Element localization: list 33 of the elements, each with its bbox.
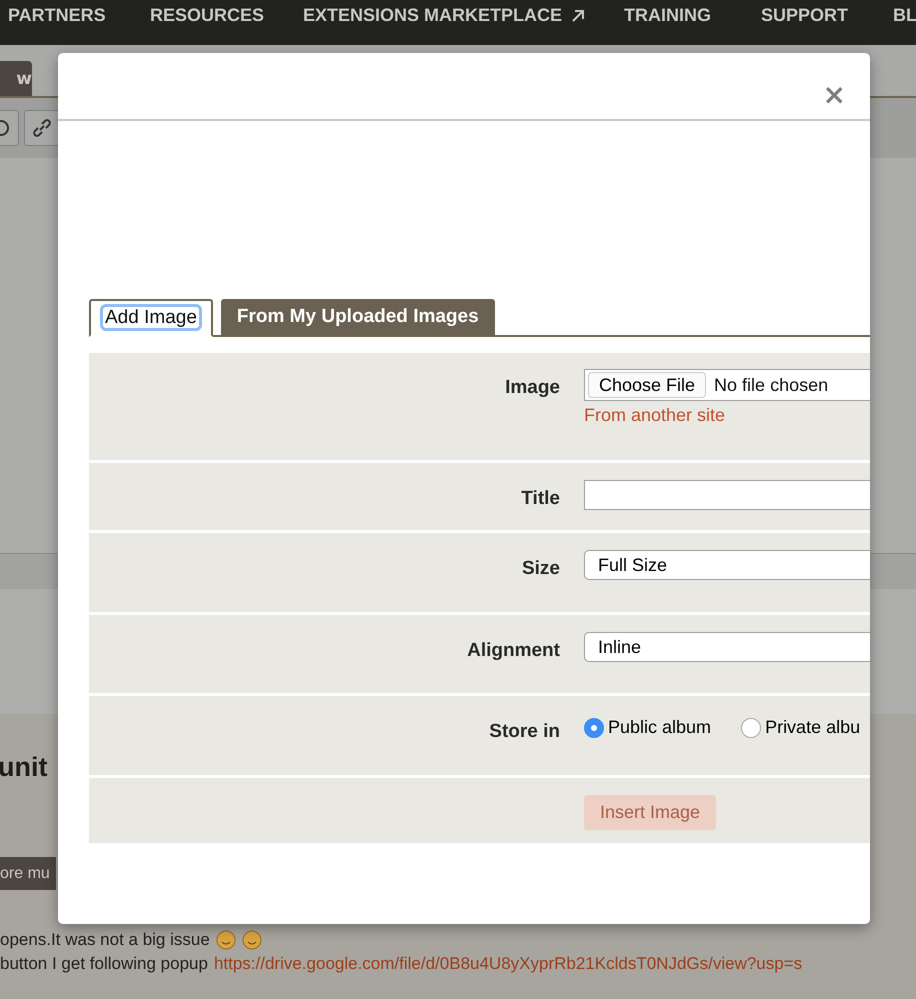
nav-link[interactable]: SUPPORT — [761, 5, 848, 26]
another-site-link[interactable]: From another site — [584, 405, 870, 426]
close-button[interactable]: × — [822, 81, 846, 109]
select-field[interactable]: Inline — [584, 632, 870, 662]
background-tab[interactable]: w — [0, 61, 32, 96]
dialog-tab[interactable]: From My Uploaded Images — [220, 299, 495, 335]
comment-text: opens.It was not a big issue — [0, 930, 210, 950]
select-field[interactable]: Full Size — [584, 550, 870, 580]
link-icon — [31, 117, 53, 139]
file-field[interactable]: Choose File No file chosen — [584, 369, 870, 401]
smiley-icon — [216, 930, 236, 950]
album-radio[interactable]: Public album — [584, 717, 712, 738]
field-label: Title — [520, 487, 560, 510]
choose-file-button[interactable]: Choose File — [588, 372, 706, 398]
nav-link[interactable]: RESOURCES — [150, 5, 264, 26]
field-label: Alignment — [466, 639, 560, 662]
field-label: Size — [520, 557, 560, 580]
dialog-tab[interactable]: Add Image — [89, 299, 213, 337]
smiley-icon — [242, 930, 262, 950]
nav-link[interactable]: TRAINING — [624, 5, 711, 26]
radio-icon[interactable] — [584, 718, 604, 738]
album-radio[interactable]: Private albu — [741, 717, 860, 738]
file-status: No file chosen — [714, 374, 828, 396]
title-field[interactable] — [584, 480, 870, 510]
comment-text: button I get following popup — [0, 954, 208, 974]
toolbar-button[interactable] — [24, 110, 60, 146]
nav-link[interactable]: PARTNERS — [8, 5, 106, 26]
nav-link[interactable]: EXTENSIONS MARKETPLACE — [303, 5, 586, 26]
radio-icon[interactable] — [741, 718, 762, 738]
background-button[interactable]: ore mu — [0, 857, 56, 890]
field-label: Image — [504, 376, 560, 399]
field-label: Store in — [488, 720, 560, 743]
external-link-icon — [570, 8, 586, 24]
